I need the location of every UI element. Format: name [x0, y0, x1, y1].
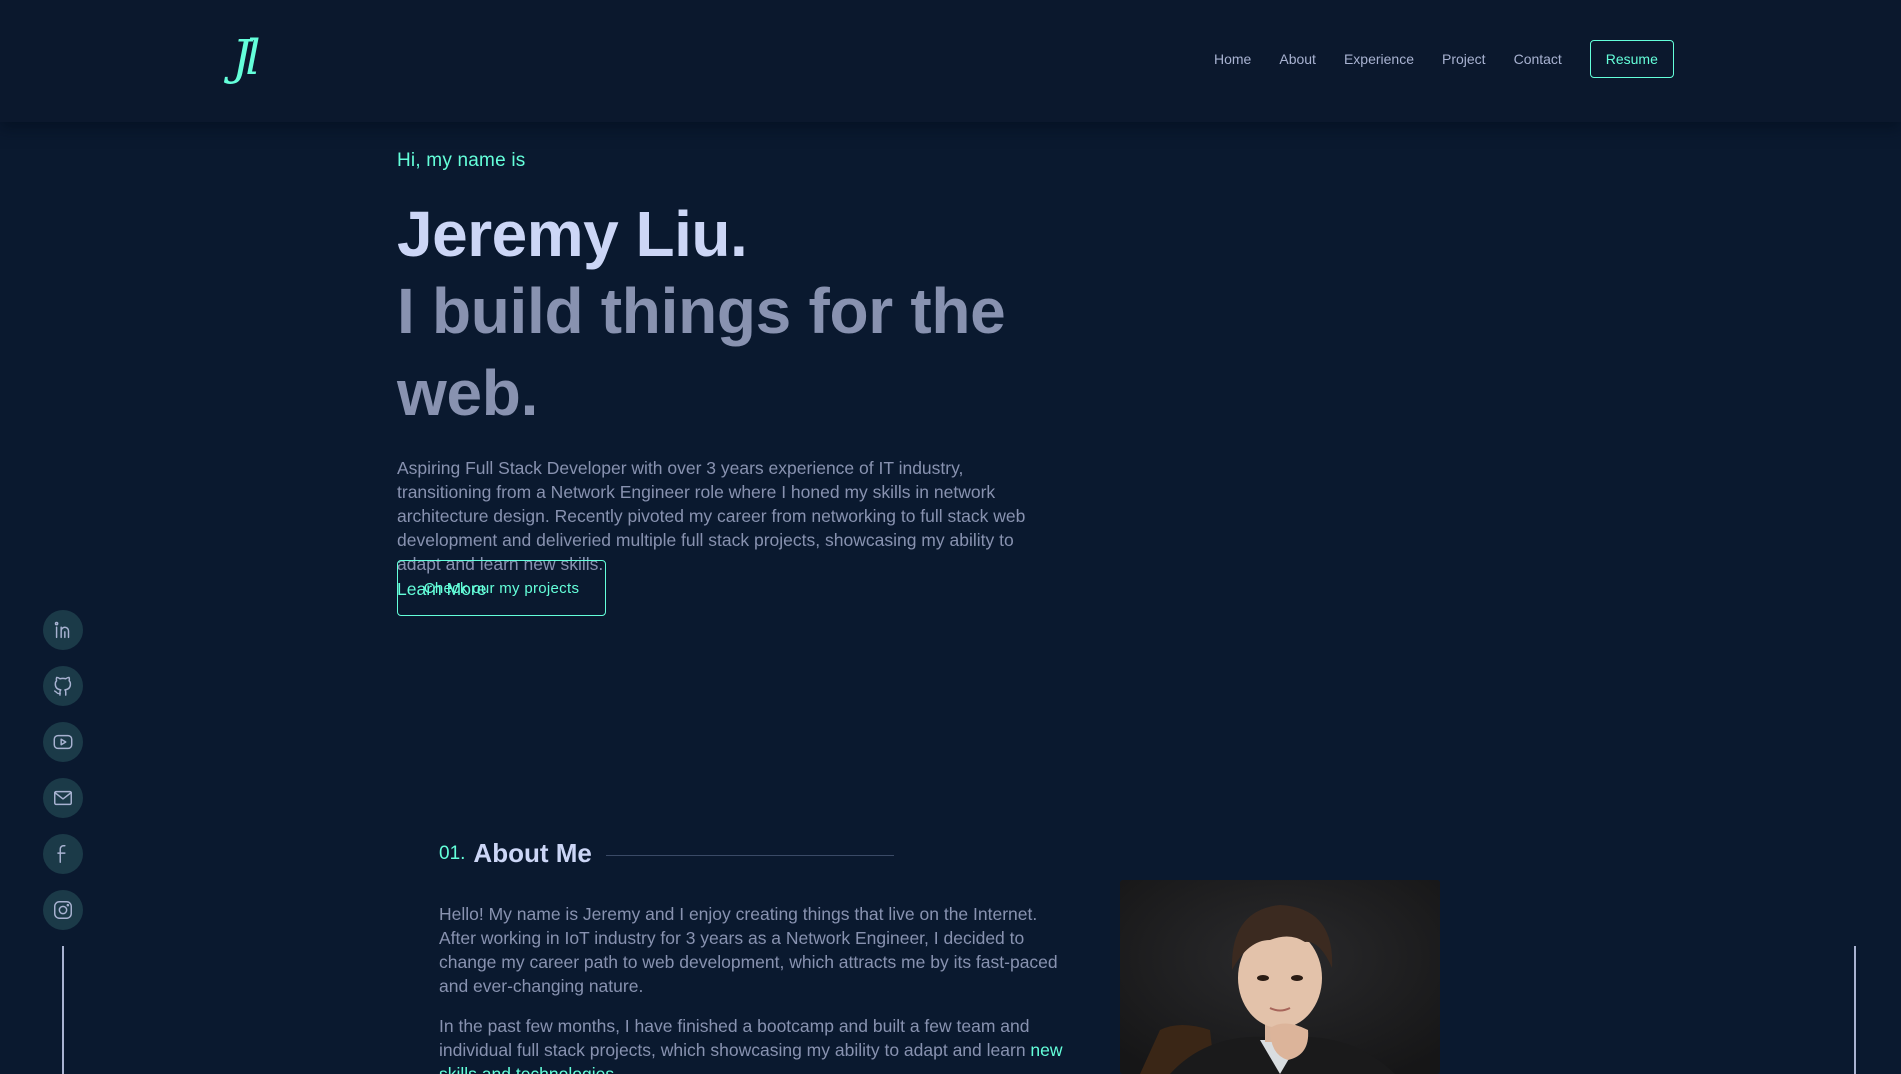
mail-icon[interactable]	[43, 778, 83, 818]
site-header: Jl Home About Experience Project Contact…	[0, 0, 1901, 122]
about-section-title: About Me	[473, 838, 592, 868]
instagram-icon[interactable]	[43, 890, 83, 930]
hero-greeting: Hi, my name is	[397, 150, 526, 171]
hero-tagline: I build things for the web.	[397, 275, 1006, 429]
youtube-icon[interactable]	[43, 722, 83, 762]
about-paragraph-2-text: In the past few months, I have finished …	[439, 1016, 1031, 1060]
profile-photo	[1120, 880, 1440, 1074]
left-vertical-line	[62, 946, 64, 1074]
about-divider	[606, 855, 894, 856]
logo[interactable]: Jl	[232, 28, 260, 88]
check-projects-button[interactable]: Check our my projects	[397, 560, 606, 616]
nav-project[interactable]: Project	[1442, 51, 1486, 67]
hero-name: Jeremy Liu.	[397, 198, 748, 270]
main-nav: Home About Experience Project Contact Re…	[1214, 40, 1674, 78]
about-paragraph-1: Hello! My name is Jeremy and I enjoy cre…	[439, 904, 1058, 996]
facebook-icon[interactable]	[43, 834, 83, 874]
linkedin-icon[interactable]	[43, 610, 83, 650]
right-vertical-line	[1854, 946, 1856, 1074]
about-section-number: 01.	[439, 842, 466, 864]
hero-bio: Aspiring Full Stack Developer with over …	[397, 458, 1026, 574]
about-heading: 01. About Me	[439, 838, 592, 869]
nav-contact[interactable]: Contact	[1514, 51, 1562, 67]
social-sidebar	[43, 610, 83, 946]
resume-button[interactable]: Resume	[1589, 40, 1674, 78]
nav-about[interactable]: About	[1279, 51, 1316, 67]
nav-experience[interactable]: Experience	[1344, 51, 1414, 67]
nav-home[interactable]: Home	[1214, 51, 1251, 67]
hero-section: Hi, my name is Jeremy Liu. I build thing…	[397, 150, 1157, 616]
github-icon[interactable]	[43, 666, 83, 706]
about-paragraph-2: In the past few months, I have finished …	[439, 1014, 1069, 1074]
about-text: Hello! My name is Jeremy and I enjoy cre…	[439, 902, 1069, 1074]
